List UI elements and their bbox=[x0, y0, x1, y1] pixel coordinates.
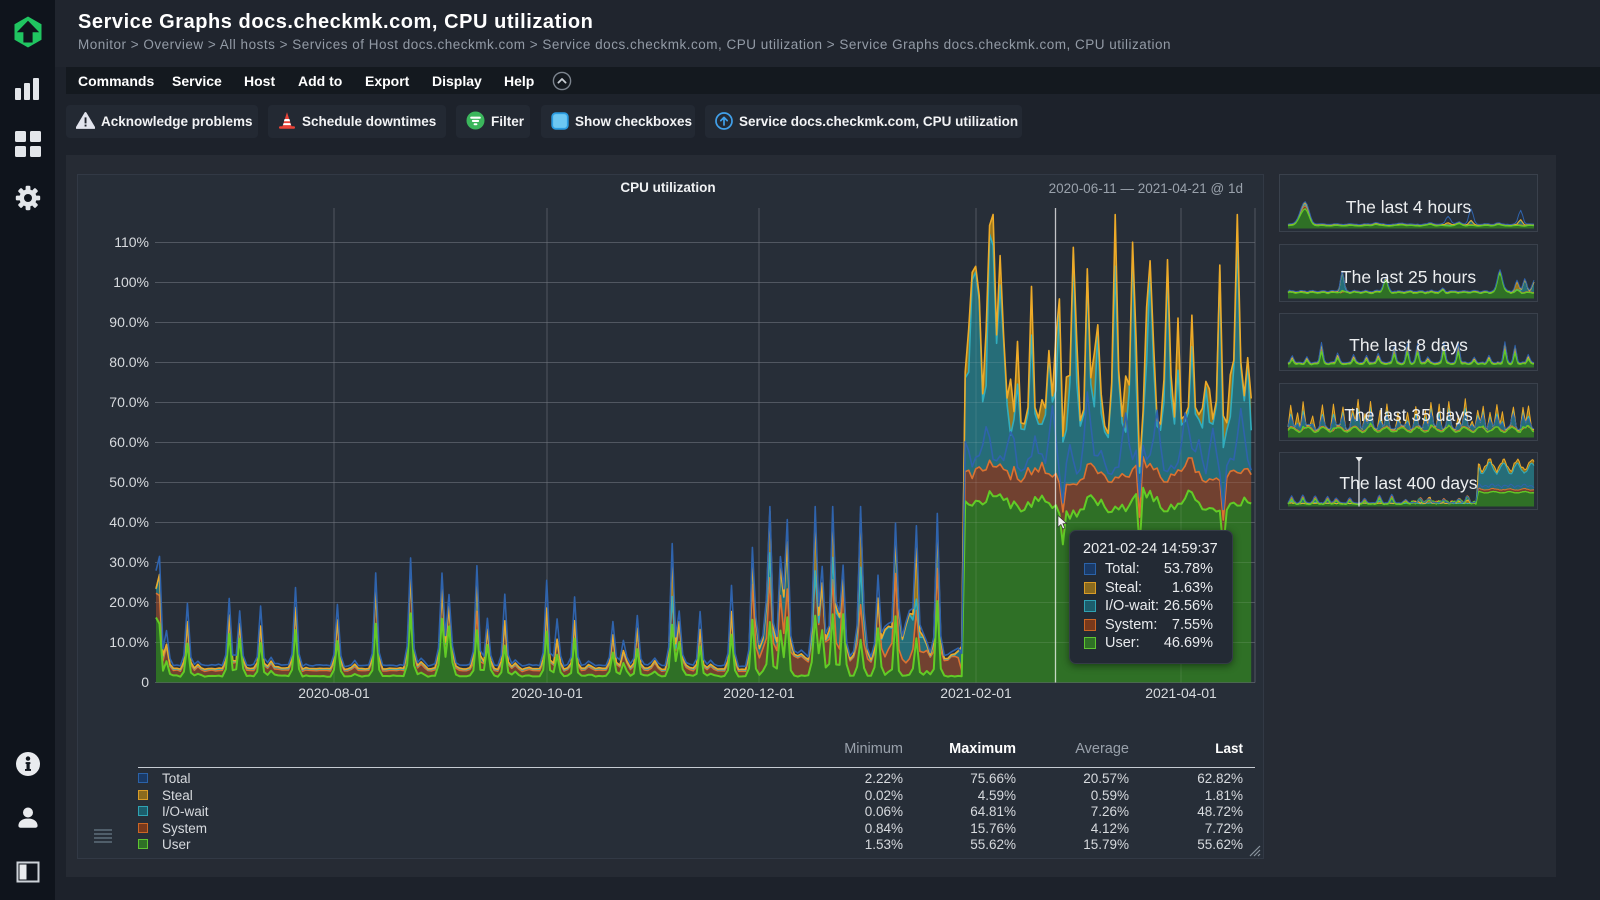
svg-text:20.0%: 20.0% bbox=[109, 594, 149, 610]
svg-text:2020-06-11 — 2021-04-21 @ 1d: 2020-06-11 — 2021-04-21 @ 1d bbox=[1049, 181, 1243, 196]
svg-text:CPU utilization: CPU utilization bbox=[620, 180, 715, 195]
svg-text:70.0%: 70.0% bbox=[109, 394, 149, 410]
svg-text:2020-08-01: 2020-08-01 bbox=[298, 685, 370, 701]
svg-text:10.0%: 10.0% bbox=[109, 634, 149, 650]
svg-text:60.0%: 60.0% bbox=[109, 434, 149, 450]
svg-text:2020-12-01: 2020-12-01 bbox=[723, 685, 795, 701]
svg-text:100%: 100% bbox=[113, 274, 149, 290]
svg-text:50.0%: 50.0% bbox=[109, 474, 149, 490]
svg-text:80.0%: 80.0% bbox=[109, 354, 149, 370]
svg-text:2021-02-01: 2021-02-01 bbox=[940, 685, 1012, 701]
svg-text:40.0%: 40.0% bbox=[109, 514, 149, 530]
svg-text:0: 0 bbox=[141, 674, 149, 690]
svg-text:2020-10-01: 2020-10-01 bbox=[511, 685, 583, 701]
svg-text:2021-04-01: 2021-04-01 bbox=[1145, 685, 1217, 701]
svg-text:90.0%: 90.0% bbox=[109, 314, 149, 330]
svg-text:110%: 110% bbox=[114, 234, 149, 250]
svg-text:30.0%: 30.0% bbox=[109, 554, 149, 570]
